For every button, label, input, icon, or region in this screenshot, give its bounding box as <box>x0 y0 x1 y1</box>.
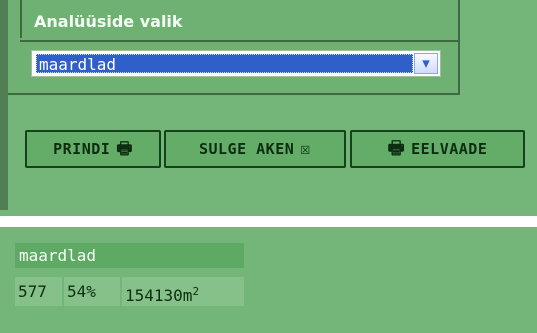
panel-title: Analüüside valik <box>34 12 183 31</box>
preview-button[interactable]: 🖶 EELVAADE <box>350 130 525 168</box>
print-label: PRINDI <box>53 140 111 158</box>
print-button[interactable]: PRINDI 🖶 <box>25 130 161 168</box>
chevron-down-icon[interactable]: ▾ <box>414 53 438 74</box>
result-count: 577 <box>15 277 62 306</box>
result-area: 154130m2 <box>122 277 244 306</box>
printer-icon: 🖶 <box>116 138 133 159</box>
left-border <box>0 0 8 210</box>
close-box-icon: ☒ <box>300 138 312 159</box>
preview-label: EELVAADE <box>411 140 488 158</box>
divider-line <box>0 216 537 227</box>
result-area-exponent: 2 <box>192 285 200 298</box>
preview-icon: 🖶 <box>387 138 406 159</box>
analysis-select[interactable]: maardlad ▾ <box>31 50 441 77</box>
analysis-select-value[interactable]: maardlad <box>36 54 413 74</box>
close-label: SULGE AKEN <box>198 140 295 158</box>
panel-divider <box>20 40 458 42</box>
close-window-button[interactable]: SULGE AKEN ☒ <box>164 130 346 168</box>
result-area-value: 154130m <box>125 286 193 305</box>
result-percent: 54% <box>64 277 120 306</box>
result-header: maardlad <box>15 243 244 268</box>
